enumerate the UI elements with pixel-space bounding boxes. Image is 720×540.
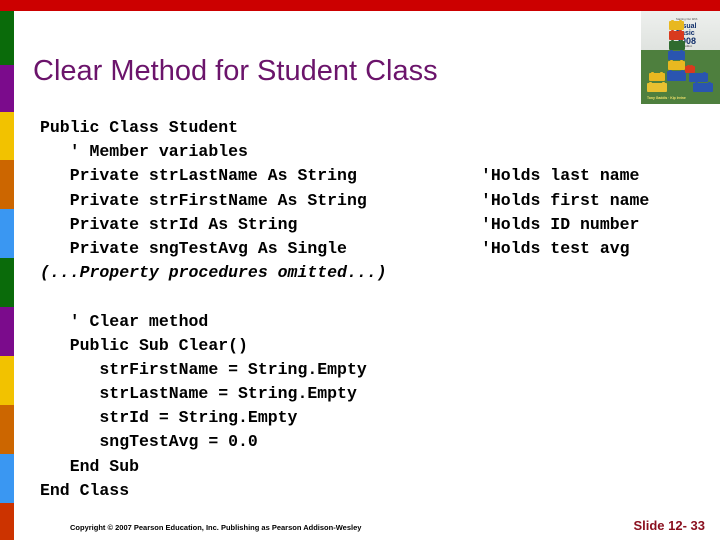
- cover-brick-icon: [668, 49, 685, 60]
- code-line: strLastName = String.Empty: [40, 384, 357, 404]
- cover-brick-icon: [668, 59, 685, 70]
- code-line: Private sngTestAvg As Single 'Holds test …: [40, 238, 630, 258]
- ribbon-band: [0, 209, 14, 258]
- code-line: (...Property procedures omitted...): [40, 263, 387, 283]
- code-line: End Class: [40, 480, 130, 500]
- cover-brick-icon: [669, 19, 684, 30]
- ribbon-band: [0, 112, 14, 160]
- code-line: End Sub: [40, 456, 140, 476]
- left-color-ribbon: [0, 11, 14, 540]
- copyright-notice: Copyright © 2007 Pearson Education, Inc.…: [70, 523, 362, 532]
- cover-brick-icon: [669, 39, 685, 50]
- ribbon-band: [0, 405, 14, 454]
- cover-brick-icon: [649, 71, 665, 81]
- cover-brick-icon: [689, 71, 708, 82]
- code-line: strId = String.Empty: [40, 408, 298, 428]
- ribbon-band: [0, 258, 14, 307]
- top-red-bar: [0, 0, 720, 11]
- code-line: sngTestAvg = 0.0: [40, 432, 258, 452]
- ribbon-band: [0, 160, 14, 209]
- ribbon-band: [0, 356, 14, 405]
- ribbon-band: [0, 503, 14, 540]
- slide-canvas: Starting Out With Visual Basic 2008 Four…: [0, 0, 720, 540]
- ribbon-band: [0, 307, 14, 356]
- cover-brick-icon: [669, 29, 684, 40]
- ribbon-band: [0, 454, 14, 503]
- code-line: ' Clear method: [40, 311, 209, 331]
- cover-brick-icon: [667, 69, 686, 81]
- cover-brick-icon: [647, 81, 667, 92]
- cover-brick-icon: [685, 64, 695, 73]
- ribbon-band: [0, 65, 14, 112]
- code-line: Public Class Student: [40, 118, 239, 137]
- code-listing: Public Class Student ' Member variables …: [40, 116, 705, 503]
- code-line: Private strId As String 'Holds ID number: [40, 214, 640, 234]
- code-line: strFirstName = String.Empty: [40, 359, 367, 379]
- ribbon-band: [0, 11, 14, 65]
- code-line: Private strFirstName As String 'Holds fir…: [40, 190, 650, 210]
- cover-brick-icon: [693, 81, 713, 92]
- code-line: Private strLastName As String 'Holds last…: [40, 166, 640, 186]
- code-line: Public Sub Clear(): [40, 335, 248, 355]
- code-line: ' Member variables: [40, 142, 248, 162]
- cover-authors: Tony Gaddis · Kip Irvine: [647, 96, 686, 100]
- page-title: Clear Method for Student Class: [33, 55, 438, 87]
- slide-number: Slide 12- 33: [633, 518, 705, 533]
- textbook-cover-image: Starting Out With Visual Basic 2008 Four…: [641, 11, 720, 104]
